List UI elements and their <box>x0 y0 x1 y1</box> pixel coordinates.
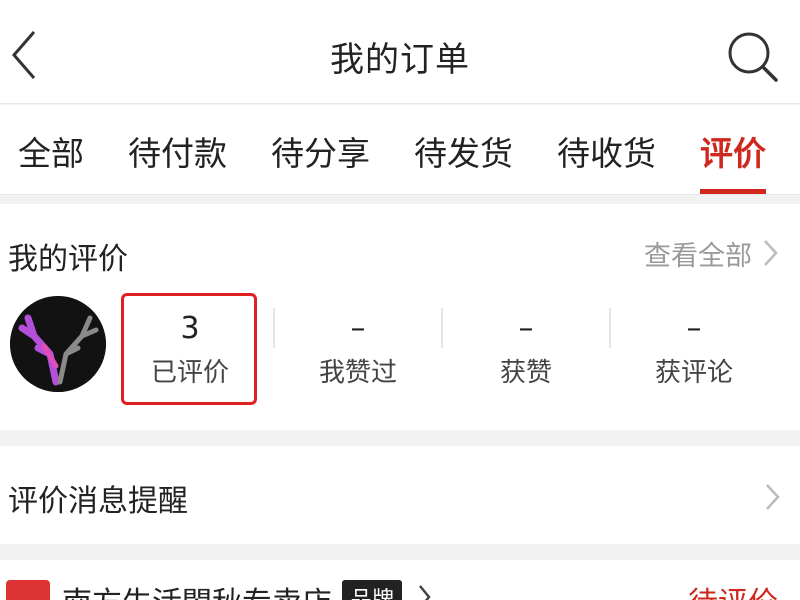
top-bar: 我的订单 <box>0 0 800 104</box>
view-all-link[interactable]: 查看全部 <box>644 234 752 273</box>
divider <box>441 308 443 348</box>
tab-pending-receipt[interactable]: 待收货 <box>557 127 656 175</box>
stat-liked-label: 我赞过 <box>318 358 397 388</box>
avatar[interactable] <box>10 296 106 392</box>
shop-name: 南方生活閤秋专卖店 <box>62 578 332 600</box>
page-title: 我的订单 <box>330 40 470 80</box>
stat-liked[interactable]: – 我赞过 <box>283 312 433 389</box>
stat-liked-count: – <box>350 311 366 346</box>
shop-row[interactable]: 南方生活閤秋专卖店 品牌 待评价 <box>0 560 800 600</box>
stat-comments-received[interactable]: – 获评论 <box>619 312 769 389</box>
deer-antler-avatar-image <box>10 296 106 392</box>
tab-pending-share[interactable]: 待分享 <box>271 127 370 175</box>
order-status: 待评价 <box>688 578 778 600</box>
brand-badge: 品牌 <box>342 580 403 600</box>
review-reminder-row[interactable]: 评价消息提醒 <box>0 446 800 544</box>
page: 我的订单 全部 待付款 待分享 待发货 待收货 评价 我的评价 查看全部 3 已… <box>0 0 800 600</box>
tab-all[interactable]: 全部 <box>18 127 84 175</box>
stat-comments-received-label: 获评论 <box>654 358 733 388</box>
stat-comments-received-count: – <box>686 311 702 346</box>
order-tabs: 全部 待付款 待分享 待发货 待收货 评价 <box>0 105 800 195</box>
tab-pending-payment[interactable]: 待付款 <box>128 127 227 175</box>
active-tab-indicator <box>700 189 766 194</box>
tab-pending-shipment[interactable]: 待发货 <box>414 127 513 175</box>
my-reviews-title: 我的评价 <box>8 242 128 277</box>
stat-likes-received[interactable]: – 获赞 <box>451 312 601 389</box>
shop-logo <box>6 580 50 600</box>
chevron-right-icon <box>766 484 780 510</box>
chevron-right-icon <box>419 585 431 600</box>
chevron-right-icon <box>764 240 778 266</box>
stat-likes-received-label: 获赞 <box>499 358 552 388</box>
review-reminder-label: 评价消息提醒 <box>8 484 188 519</box>
stat-likes-received-count: – <box>518 311 534 346</box>
highlight-box <box>121 293 257 405</box>
search-icon[interactable] <box>724 28 780 84</box>
divider <box>609 308 611 348</box>
divider <box>273 308 275 348</box>
tab-review[interactable]: 评价 <box>700 127 766 175</box>
my-reviews-card: 我的评价 查看全部 3 已评价 – 我赞过 – 获赞 – 获评论 <box>0 204 800 430</box>
